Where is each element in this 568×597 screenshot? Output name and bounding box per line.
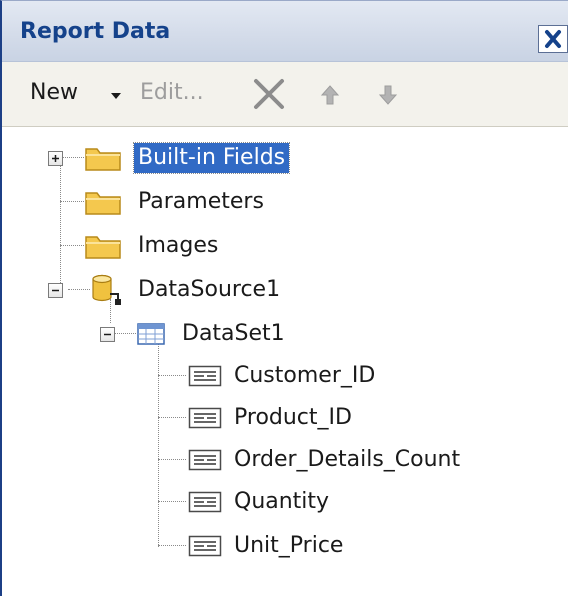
tree-item-label: Product_ID	[234, 405, 352, 430]
delete-icon[interactable]	[252, 77, 286, 111]
collapse-toggle-data-source[interactable]	[48, 283, 63, 298]
tree-item-field[interactable]: Quantity	[188, 485, 333, 519]
arrow-up-icon[interactable]	[320, 84, 340, 106]
folder-icon	[85, 236, 121, 259]
tree-item-field[interactable]: Unit_Price	[188, 529, 347, 563]
tree-item-field[interactable]: Product_ID	[188, 401, 356, 435]
tree-item-data-source[interactable]: DataSource1	[90, 273, 284, 307]
field-icon	[188, 407, 222, 429]
tree-item-label: Images	[138, 233, 219, 258]
report-data-tree: Built-in Fields Parameters Images DataSo…	[2, 127, 568, 597]
folder-icon	[85, 148, 121, 171]
field-icon	[188, 365, 222, 387]
tree-item-label: Built-in Fields	[132, 142, 291, 174]
tree-item-label: Unit_Price	[234, 533, 344, 558]
tree-item-field[interactable]: Order_Details_Count	[188, 443, 464, 477]
toolbar: New Edit...	[2, 62, 568, 127]
folder-icon	[85, 192, 121, 215]
dataset-icon	[137, 323, 165, 345]
field-icon	[188, 449, 222, 471]
collapse-toggle-data-set[interactable]	[100, 327, 115, 342]
minus-icon	[104, 333, 111, 336]
expand-toggle-built-in-fields[interactable]	[48, 151, 63, 166]
close-icon	[545, 30, 561, 48]
new-button[interactable]: New	[30, 80, 78, 105]
database-icon	[92, 274, 121, 305]
field-icon	[188, 491, 222, 513]
tree-item-label: Quantity	[234, 489, 330, 514]
field-icon	[188, 535, 222, 557]
tree-item-parameters[interactable]: Parameters	[84, 185, 268, 219]
edit-button[interactable]: Edit...	[140, 80, 204, 105]
tree-item-built-in-fields[interactable]: Built-in Fields	[84, 141, 291, 175]
minus-icon	[52, 289, 59, 292]
close-button[interactable]	[538, 25, 568, 53]
plus-icon	[52, 155, 59, 162]
new-dropdown-arrow-icon[interactable]	[110, 92, 122, 100]
tree-item-field[interactable]: Customer_ID	[188, 359, 379, 393]
tree-item-label: Parameters	[138, 189, 264, 214]
tree-item-label: DataSource1	[138, 277, 281, 302]
tree-item-label: Customer_ID	[234, 363, 376, 388]
tree-item-label: Order_Details_Count	[234, 447, 461, 472]
report-data-panel: Report Data New Edit... Built-in Fields …	[0, 0, 568, 596]
panel-title: Report Data	[20, 19, 171, 44]
tree-item-data-set[interactable]: DataSet1	[136, 317, 289, 351]
arrow-down-icon[interactable]	[378, 84, 398, 106]
tree-item-label: DataSet1	[182, 321, 285, 346]
tree-item-images[interactable]: Images	[84, 229, 222, 263]
panel-title-bar: Report Data	[2, 1, 568, 62]
